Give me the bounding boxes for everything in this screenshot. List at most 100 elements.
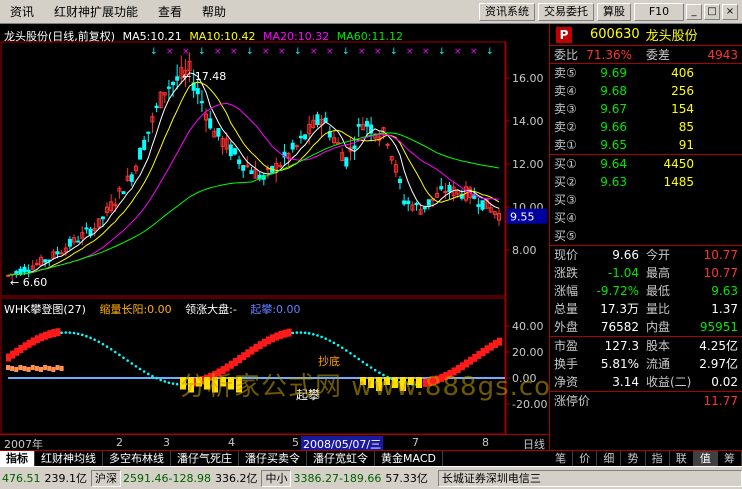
stat-value: 17.3万 xyxy=(600,302,639,316)
indicator-block xyxy=(30,365,35,370)
stat-label: 最高 xyxy=(646,266,671,280)
candle-body xyxy=(228,144,233,157)
candle-body xyxy=(142,139,147,150)
indicator-block xyxy=(6,365,10,370)
fundamental-stats: 市盈 127.3 股本 4.25亿 换手 5.81% 流通 2.97亿 净资 3.14 收益(二) 0… xyxy=(550,337,742,392)
order-price: 9.64 xyxy=(600,157,627,171)
quote-tab[interactable]: 细 xyxy=(597,451,622,466)
indicator-dot xyxy=(320,335,323,339)
index1-value: 476.51 xyxy=(2,471,41,485)
limit-up-label: 涨停价 xyxy=(554,394,591,408)
indicator-dot xyxy=(130,362,134,365)
stat-label: 换手 xyxy=(554,357,579,371)
indicator-dot xyxy=(324,337,328,340)
signal-marker: × xyxy=(374,47,382,57)
candle-body xyxy=(294,145,299,148)
date-axis: 2007年 2 3 4 5 2008/05/07/三 7 8 日线 xyxy=(0,434,549,452)
indicator-dot xyxy=(336,343,340,347)
signal-marker: ↓ xyxy=(438,47,446,57)
stat-row: 市盈 127.3 股本 4.25亿 xyxy=(550,337,742,355)
main-chart-title: 龙头股份(日线,前复权) MA5:10.21 MA10:10.42 MA20:1… xyxy=(4,28,407,44)
indicator-tab[interactable]: 潘仔买卖令 xyxy=(239,451,307,466)
indicator-name: WHK攀登图(27) xyxy=(4,303,86,316)
quote-tab[interactable]: 指 xyxy=(646,451,670,466)
info-system-button[interactable]: 资讯系统 xyxy=(479,2,535,21)
close-icon[interactable]: × xyxy=(722,3,738,20)
menu-item-view[interactable]: 查看 xyxy=(148,0,192,24)
weicha-value: 4943 xyxy=(707,48,738,62)
date-label: 5 xyxy=(292,436,299,449)
order-row: 买② 9.63 1485 xyxy=(550,173,742,191)
main-chart-frame xyxy=(0,41,507,297)
weibi-value: 71.36% xyxy=(586,48,632,62)
trade-order-button[interactable]: 交易委托 xyxy=(538,2,594,21)
indicator-dot xyxy=(291,331,294,335)
quote-tab[interactable]: 势 xyxy=(621,451,646,466)
indicator-dot xyxy=(89,336,92,340)
order-row: 卖② 9.66 85 xyxy=(550,118,742,136)
indicator-dot xyxy=(93,338,96,341)
indicator-dot xyxy=(142,370,146,373)
quote-tab[interactable]: 笔 xyxy=(549,451,574,466)
indicator-tab[interactable]: 潘仔气死庄 xyxy=(171,451,239,466)
index3-name[interactable]: 中小 xyxy=(261,469,292,487)
candle-body xyxy=(175,76,180,81)
quote-tab[interactable]: 价 xyxy=(573,451,598,466)
menu-item-info[interactable]: 资讯 xyxy=(0,0,44,24)
stat-label: 净资 xyxy=(554,375,579,389)
signal-marker: × xyxy=(182,47,190,57)
minimize-icon[interactable]: _ xyxy=(686,3,702,20)
stat-row: 净资 3.14 收益(二) 0.02 xyxy=(550,373,742,391)
indicator-dot xyxy=(303,331,307,335)
indicator-block xyxy=(34,366,39,371)
f10-button[interactable]: F10 xyxy=(634,2,684,21)
indicator-tab[interactable]: 黄金MACD xyxy=(375,451,443,466)
indicator-dot xyxy=(134,364,138,368)
indicator-tab[interactable]: 多空布林线 xyxy=(103,451,171,466)
menu-item-help[interactable]: 帮助 xyxy=(192,0,236,24)
quote-tab[interactable]: 筹 xyxy=(718,451,742,466)
order-price: 9.67 xyxy=(600,102,627,116)
candle-body xyxy=(406,200,411,205)
order-row: 卖⑤ 9.69 406 xyxy=(550,64,742,82)
indicator-tab[interactable]: 红财神均线 xyxy=(35,451,103,466)
order-volume: 4450 xyxy=(663,157,694,171)
indicator-dot xyxy=(349,351,352,355)
signal-marker: × xyxy=(326,47,334,57)
signal-marker: × xyxy=(214,47,222,57)
order-label: 买① xyxy=(554,157,577,171)
menu-item-extension[interactable]: 红财神扩展功能 xyxy=(44,0,148,24)
stat-label: 总量 xyxy=(554,302,579,316)
indicator-dot xyxy=(97,340,101,344)
stat-label: 量比 xyxy=(646,302,671,316)
stat-value: 5.81% xyxy=(600,357,639,371)
indicator-block xyxy=(55,365,60,370)
broker-name: 长城证券深圳电信三 xyxy=(437,469,742,487)
stat-label: 涨幅 xyxy=(554,284,579,298)
indicator-dot xyxy=(171,382,175,385)
signal-marker: ↓ xyxy=(294,47,302,57)
weicha-label: 委差 xyxy=(646,48,671,62)
indicator-tab[interactable]: 指标 xyxy=(0,451,35,466)
price-tag: 9.55 xyxy=(510,211,535,224)
indicator-dot xyxy=(60,331,63,335)
indicator-field-2: 领涨大盘:- xyxy=(185,303,237,316)
candle-body xyxy=(397,178,402,184)
maximize-icon[interactable]: □ xyxy=(704,3,720,20)
indicator-dot xyxy=(126,359,129,362)
chart-area[interactable]: 16.00 14.00 12.00 10.00 8.00 40.00 20.00 0.00 -2… xyxy=(0,24,576,452)
quote-tab[interactable]: 联 xyxy=(670,451,694,466)
index2-name[interactable]: 沪深 xyxy=(91,469,121,487)
stock-code: 600630 xyxy=(590,27,640,42)
stat-value: 127.3 xyxy=(604,339,639,353)
candle-body xyxy=(121,191,126,195)
quote-tab[interactable]: 值 xyxy=(693,451,718,466)
order-row: 买③ xyxy=(550,191,742,209)
indicator-tab[interactable]: 潘仔宽虹令 xyxy=(307,451,375,466)
indicator-dot xyxy=(76,332,80,336)
signal-marker: ↓ xyxy=(150,47,158,57)
order-volume: 91 xyxy=(678,138,694,152)
watermark-text: 分析家公式网 www.888gs.com xyxy=(180,372,578,402)
calc-stock-button[interactable]: 算股 xyxy=(597,2,631,21)
indicator-dot xyxy=(151,374,154,378)
